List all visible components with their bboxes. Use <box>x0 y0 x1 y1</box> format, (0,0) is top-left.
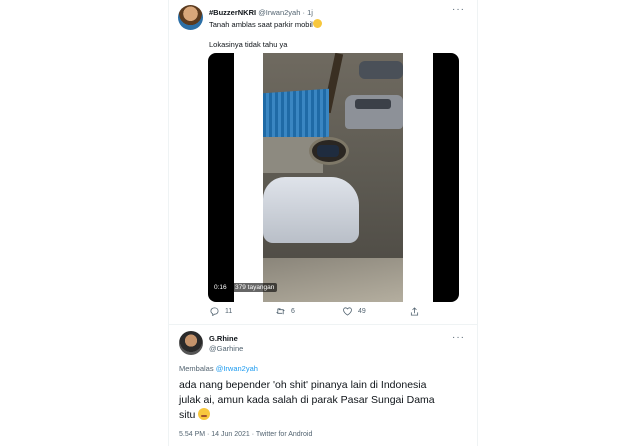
reply-count: 11 <box>225 308 233 315</box>
video-elapsed: 0:16 <box>214 284 227 291</box>
reply-line: ada nang bepender 'oh shit' pinanya lain… <box>179 379 427 391</box>
separator: · <box>302 8 306 17</box>
covered-car <box>263 177 359 243</box>
more-options-icon[interactable]: ··· <box>452 4 465 15</box>
divider <box>168 324 478 325</box>
tweet-meta: 5.54 PM · 14 Jun 2021 · Twitter for Andr… <box>179 431 313 438</box>
blue-roof <box>263 88 329 142</box>
avatar[interactable] <box>179 331 203 355</box>
reply-line: julak ai, amun kada salah di parak Pasar… <box>179 394 435 406</box>
replying-prefix: Membalas <box>179 364 214 373</box>
tweet-text-content: Tanah amblas saat parkir mobil <box>209 20 313 29</box>
thinking-emoji-icon <box>198 408 211 420</box>
reply-handle[interactable]: @Garhine <box>209 344 243 353</box>
tweet-header: #BuzzerNKRI @Irwan2yah · 1j <box>209 8 313 17</box>
display-name[interactable]: #BuzzerNKRI <box>209 8 256 17</box>
handle[interactable]: @Irwan2yah <box>258 8 300 17</box>
video-frame <box>234 53 433 302</box>
avatar[interactable] <box>178 5 203 30</box>
tweet-text: Tanah amblas saat parkir mobil <box>209 19 322 29</box>
reply-line-text: situ <box>179 409 196 421</box>
reply-display-name[interactable]: G.Rhine <box>209 334 238 343</box>
reply-line-last: situ <box>179 408 469 423</box>
tweet-time[interactable]: 1j <box>307 8 313 17</box>
parked-car-far <box>359 61 403 79</box>
video-thumbnail <box>263 53 403 302</box>
reply-icon <box>210 307 219 316</box>
tweet-subtext: Lokasinya tidak tahu ya <box>209 40 288 49</box>
ledge <box>263 258 403 302</box>
retweet-count: 6 <box>291 308 295 315</box>
car-in-sinkhole <box>317 145 339 157</box>
video-player[interactable]: 0:16 379 tayangan <box>208 53 459 302</box>
heart-icon <box>343 307 352 316</box>
scream-emoji-icon <box>312 19 322 28</box>
share-icon <box>410 307 419 316</box>
replying-to-handle[interactable]: @Irwan2yah <box>216 364 258 373</box>
video-views: 379 tayangan <box>232 283 278 292</box>
reply-action[interactable]: 11 <box>210 307 232 316</box>
car-window <box>355 99 391 109</box>
more-options-icon[interactable]: ··· <box>452 332 465 343</box>
retweet-action[interactable]: 6 <box>276 307 295 316</box>
replying-to-line: Membalas @Irwan2yah <box>179 364 258 373</box>
reply-text: ada nang bepender 'oh shit' pinanya lain… <box>179 378 469 423</box>
retweet-icon <box>276 308 285 315</box>
like-count: 49 <box>358 308 366 315</box>
like-action[interactable]: 49 <box>343 307 366 316</box>
share-action[interactable] <box>410 307 419 316</box>
